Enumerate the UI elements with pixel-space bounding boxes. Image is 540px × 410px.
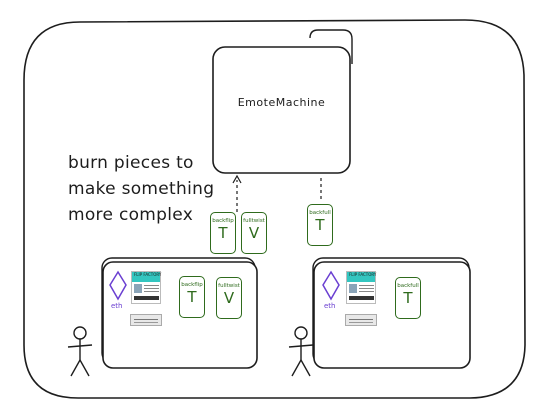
burn-card-fulltwist: fulltwist V [241,212,267,254]
eth-label-left: eth [111,302,123,310]
burn-card-backfull: backfull T [307,204,333,246]
emote-machine-box [212,46,351,174]
ticket-title: FLIP FACTORY [132,272,161,282]
card-glyph: T [218,224,228,242]
burn-note-line-1: burn pieces to [68,153,194,173]
ticket-stub-right [345,314,377,326]
ticket-stub-left [130,314,162,326]
card-glyph: V [223,289,235,307]
machine-label: EmoteMachine [237,96,326,109]
ticket-text-lines [359,285,374,286]
card-glyph: T [315,216,325,234]
wallet-card-fulltwist: fulltwist V [216,277,242,319]
user-figure-left [67,326,93,377]
burn-card-backflip: backflip T [210,212,236,254]
ticket-photo-icon [134,284,142,293]
ticket-barcode-icon [134,296,159,300]
ticket-title: FLIP FACTORY [347,272,376,282]
flip-factory-ticket-left: FLIP FACTORY [131,271,161,304]
flip-factory-ticket-right: FLIP FACTORY [346,271,376,304]
wallet-card-backflip: backflip T [179,276,205,318]
ticket-text-lines [144,285,159,286]
eth-label-right: eth [324,302,336,310]
card-glyph: T [403,289,413,307]
burn-note: burn pieces to make something more compl… [68,150,228,228]
ticket-photo-icon [349,284,357,293]
wallet-card-backfull: backfull T [395,277,421,319]
ticket-barcode-icon [349,296,374,300]
card-glyph: T [187,288,197,306]
wallet-right [313,261,471,369]
user-figure-right [288,326,314,377]
burn-note-line-3: more complex [68,205,194,225]
burn-note-line-2: make something [68,179,215,199]
card-glyph: V [248,224,260,242]
